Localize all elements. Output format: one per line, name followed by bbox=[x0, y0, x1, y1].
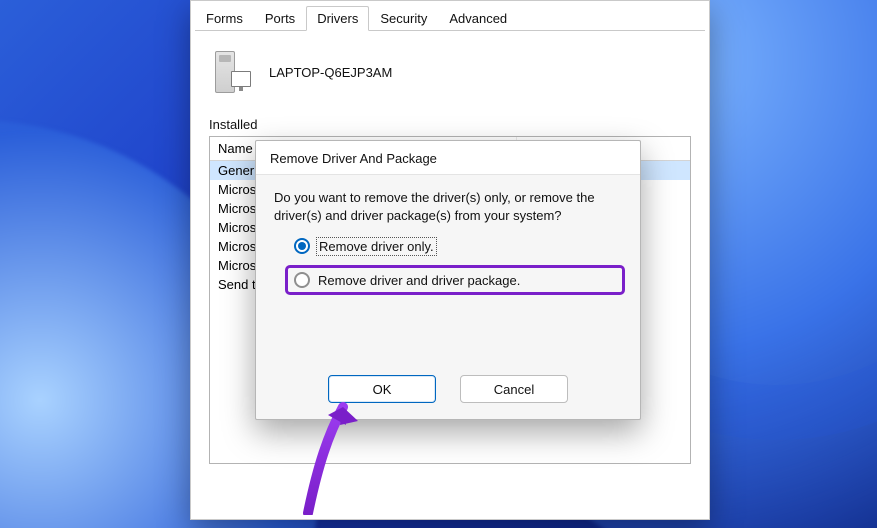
radio-label: Remove driver only. bbox=[318, 239, 435, 254]
radio-label: Remove driver and driver package. bbox=[318, 273, 520, 288]
ok-button[interactable]: OK bbox=[328, 375, 436, 403]
tab-strip: Forms Ports Drivers Security Advanced bbox=[191, 1, 709, 30]
print-server-icon bbox=[215, 49, 251, 95]
tab-drivers[interactable]: Drivers bbox=[306, 6, 369, 31]
tab-security[interactable]: Security bbox=[369, 6, 438, 31]
radio-remove-driver-and-package[interactable]: Remove driver and driver package. bbox=[288, 268, 622, 292]
tab-ports[interactable]: Ports bbox=[254, 6, 306, 31]
radio-icon bbox=[294, 238, 310, 254]
radio-icon bbox=[294, 272, 310, 288]
radio-remove-driver-only[interactable]: Remove driver only. bbox=[294, 238, 622, 254]
cancel-button[interactable]: Cancel bbox=[460, 375, 568, 403]
tab-forms[interactable]: Forms bbox=[195, 6, 254, 31]
dialog-title: Remove Driver And Package bbox=[256, 141, 640, 175]
remove-driver-dialog: Remove Driver And Package Do you want to… bbox=[255, 140, 641, 420]
server-name: LAPTOP-Q6EJP3AM bbox=[269, 65, 392, 80]
tab-advanced[interactable]: Advanced bbox=[438, 6, 518, 31]
dialog-message: Do you want to remove the driver(s) only… bbox=[274, 189, 622, 224]
installed-drivers-label: Installed bbox=[191, 117, 709, 136]
